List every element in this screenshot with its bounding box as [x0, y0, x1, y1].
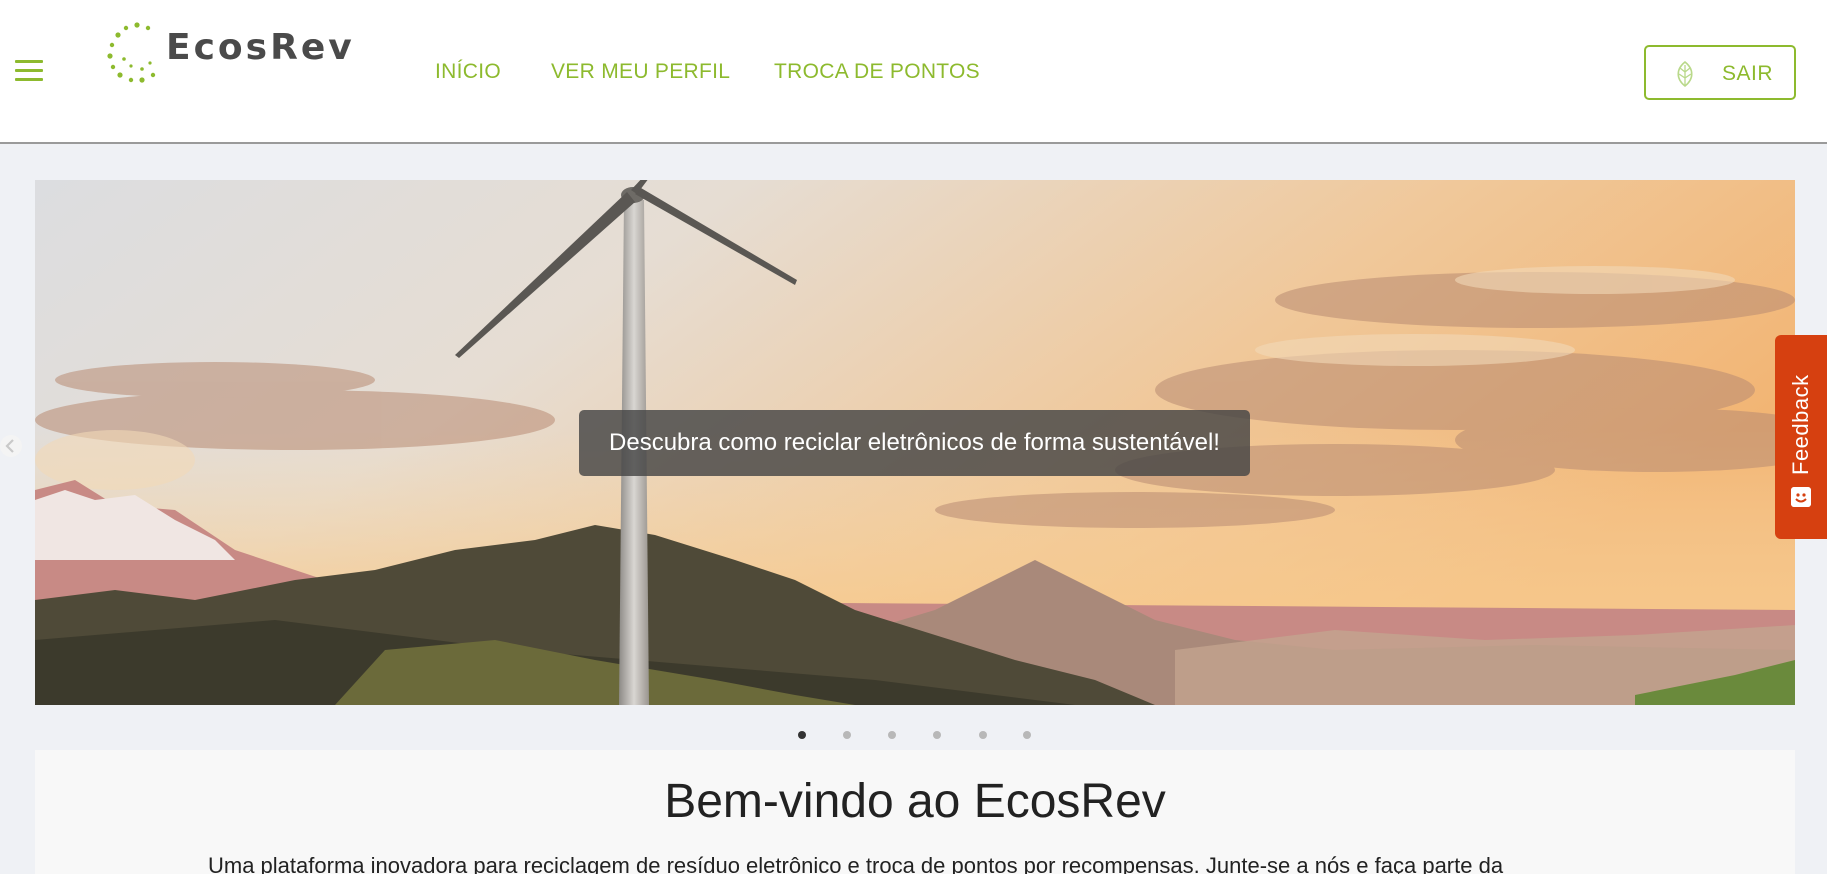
welcome-section: Bem-vindo ao EcosRev Uma plataforma inov… [35, 750, 1795, 874]
logout-button[interactable]: SAIR [1644, 45, 1796, 100]
welcome-text: Uma plataforma inovadora para reciclagem… [208, 853, 1504, 874]
carousel-dot-6[interactable] [1023, 731, 1031, 739]
logo-dots-icon [107, 22, 156, 83]
carousel-dot-5[interactable] [979, 731, 987, 739]
hero-carousel: Descubra como reciclar eletrônicos de fo… [35, 180, 1795, 705]
carousel-dot-2[interactable] [843, 731, 851, 739]
carousel-dot-3[interactable] [888, 731, 896, 739]
carousel-caption: Descubra como reciclar eletrônicos de fo… [579, 410, 1250, 476]
logo-text: EcosRev [166, 26, 355, 68]
nav-ver-meu-perfil[interactable]: VER MEU PERFIL [551, 60, 730, 84]
top-navbar: EcosRev INÍCIO VER MEU PERFIL TROCA DE P… [0, 0, 1827, 144]
feedback-tab[interactable]: Feedback [1775, 335, 1827, 539]
welcome-title: Bem-vindo ao EcosRev [664, 775, 1166, 828]
logout-label: SAIR [1722, 62, 1774, 85]
carousel-dot-1[interactable] [798, 731, 806, 739]
nav-inicio[interactable]: INÍCIO [435, 60, 501, 84]
carousel-prev-icon[interactable] [0, 432, 26, 460]
nav-troca-de-pontos[interactable]: TROCA DE PONTOS [774, 60, 980, 84]
leaf-icon [1677, 60, 1693, 88]
feedback-label: Feedback [1788, 374, 1813, 475]
logo[interactable]: EcosRev [104, 18, 355, 86]
smiley-icon [1791, 487, 1811, 507]
menu-icon[interactable] [15, 60, 43, 82]
carousel-dot-4[interactable] [933, 731, 941, 739]
